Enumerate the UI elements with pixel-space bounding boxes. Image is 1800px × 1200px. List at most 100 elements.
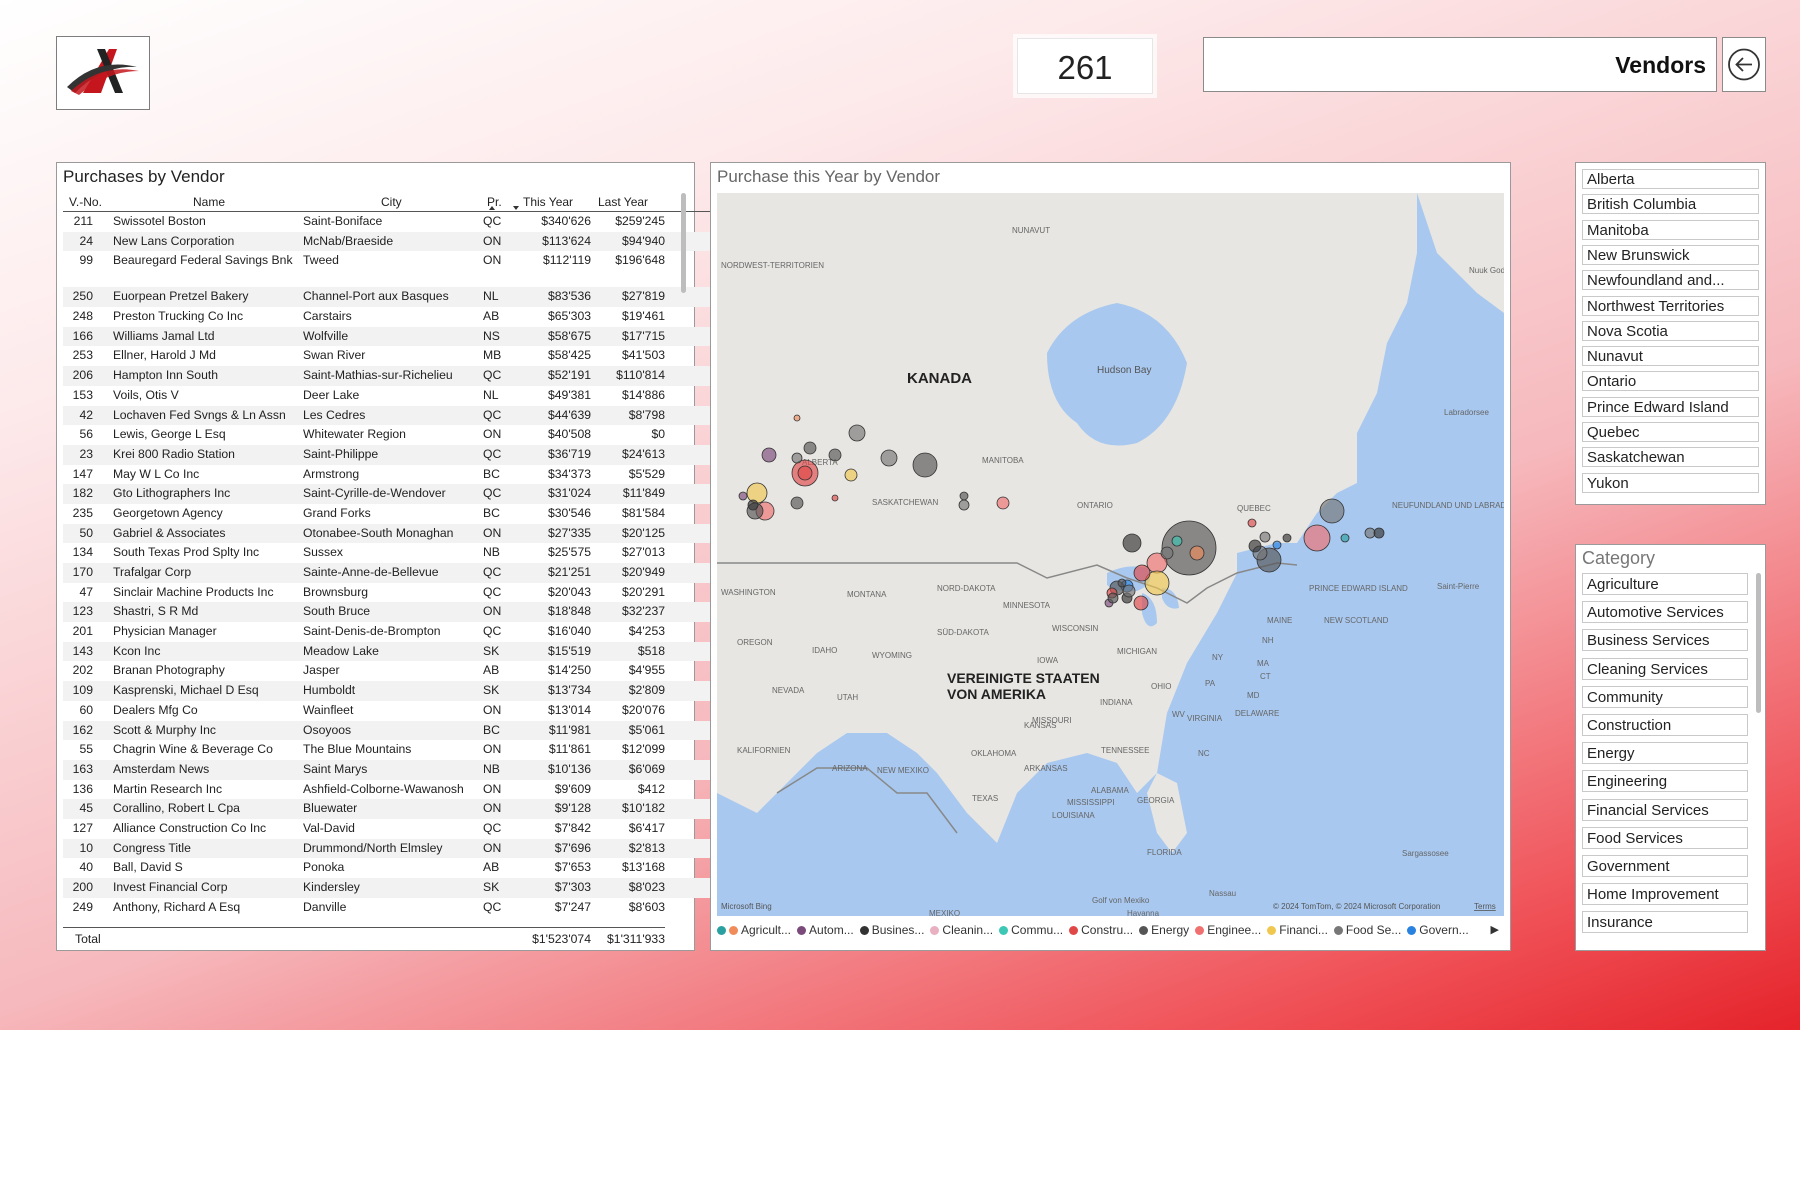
vendor-bubble[interactable] <box>880 449 898 467</box>
legend-item[interactable]: Constru... <box>1069 923 1133 937</box>
category-option[interactable]: Engineering <box>1582 770 1748 793</box>
vendor-bubble[interactable] <box>848 424 866 442</box>
vendor-bubble[interactable] <box>797 465 813 481</box>
table-row[interactable]: 134 South Texas Prod Splty Inc Sussex NB $25… <box>63 543 715 563</box>
table-row[interactable]: 206 Hampton Inn South Saint-Mathias-sur-Ri… <box>63 366 715 386</box>
vendor-bubble[interactable] <box>1171 535 1183 547</box>
category-option[interactable]: Energy <box>1582 742 1748 765</box>
table-row[interactable]: 153 Voils, Otis V Deer Lake NL $49'381 $14'88… <box>63 386 715 406</box>
category-option[interactable]: Community <box>1582 685 1748 708</box>
province-option[interactable]: Northwest Territories <box>1582 295 1759 316</box>
table-row[interactable]: 143 Kcon Inc Meadow Lake SK $15'519 $518 <box>63 641 715 662</box>
category-option[interactable]: Financial Services <box>1582 798 1748 821</box>
category-option[interactable]: Insurance <box>1582 911 1748 934</box>
table-row[interactable]: 170 Trafalgar Corp Sainte-Anne-de-Bellevue… <box>63 563 715 583</box>
col-header-this-year[interactable]: This Year <box>523 195 573 209</box>
vendor-bubble[interactable] <box>1107 592 1119 604</box>
table-row[interactable]: 163 Amsterdam News Saint Marys NB $10'136 $6'… <box>63 759 715 780</box>
table-scrollbar[interactable] <box>681 193 686 293</box>
table-row[interactable]: 60 Dealers Mfg Co Wainfleet ON $13'014 $20'07… <box>63 701 715 721</box>
vendor-bubble[interactable] <box>1272 540 1282 550</box>
vendor-bubble[interactable] <box>1122 584 1136 598</box>
back-button[interactable] <box>1722 37 1766 92</box>
table-row[interactable]: 99 Beauregard Federal Savings Bnk Tweed ON $… <box>63 251 715 287</box>
vendor-bubble[interactable] <box>1282 533 1292 543</box>
vendor-bubble[interactable] <box>1303 524 1331 552</box>
category-option[interactable]: Construction <box>1582 714 1748 736</box>
category-option[interactable]: Government <box>1582 855 1748 877</box>
table-row[interactable]: 147 May W L Co Inc Armstrong BC $34'373 $5'52… <box>63 465 715 485</box>
province-option[interactable]: Ontario <box>1582 371 1759 392</box>
vendor-bubble[interactable] <box>793 414 801 422</box>
vendor-bubble[interactable] <box>761 447 777 463</box>
vendor-bubble[interactable] <box>996 496 1010 510</box>
province-option[interactable]: Prince Edward Island <box>1582 396 1759 417</box>
vendor-bubble[interactable] <box>790 496 804 510</box>
col-header-last-year[interactable]: Last Year <box>598 195 648 209</box>
vendor-bubble[interactable] <box>844 468 858 482</box>
vendor-bubble[interactable] <box>1319 498 1345 524</box>
table-row[interactable]: 55 Chagrin Wine & Beverage Co The Blue Mou… <box>63 740 715 760</box>
table-row[interactable]: 47 Sinclair Machine Products Inc Brownsbur… <box>63 583 715 603</box>
vendor-bubble[interactable] <box>803 441 817 455</box>
vendor-bubble[interactable] <box>958 499 970 511</box>
table-row[interactable]: 162 Scott & Murphy Inc Osoyoos BC $11'981 $5'… <box>63 720 715 741</box>
category-option[interactable]: Cleaning Services <box>1582 657 1748 680</box>
province-option[interactable]: Saskatchewan <box>1582 447 1759 468</box>
vendor-bubble[interactable] <box>1133 595 1149 611</box>
vendor-bubble[interactable] <box>1373 527 1385 539</box>
legend-item[interactable]: Financi... <box>1267 923 1328 937</box>
vendor-bubble[interactable] <box>1160 546 1174 560</box>
vendor-bubble[interactable] <box>746 482 768 504</box>
vendor-bubble[interactable] <box>1259 531 1271 543</box>
map-canvas[interactable]: KANADA VEREINIGTE STAATEN VON AMERIKA Hudso… <box>717 193 1504 916</box>
province-option[interactable]: Yukon <box>1582 472 1759 493</box>
vendor-bubble[interactable] <box>1340 533 1350 543</box>
table-row[interactable]: 40 Ball, David S Ponoka AB $7'653 $13'168 <box>63 858 715 878</box>
table-row[interactable]: 24 New Lans Corporation McNab/Braeside ON $1… <box>63 231 715 252</box>
category-option[interactable]: Food Services <box>1582 826 1748 849</box>
table-row[interactable]: 23 Krei 800 Radio Station Saint-Philippe QC… <box>63 444 715 465</box>
category-option[interactable]: Business Services <box>1582 629 1748 652</box>
category-option[interactable]: Agriculture <box>1582 573 1748 595</box>
province-option[interactable]: Quebec <box>1582 422 1759 442</box>
table-row[interactable]: 136 Martin Research Inc Ashfield-Colborne-… <box>63 780 715 800</box>
category-option[interactable]: Home Improvement <box>1582 883 1748 906</box>
table-row[interactable]: 249 Anthony, Richard A Esq Danville QC $7'24… <box>63 898 715 918</box>
legend-item[interactable]: Agricult... <box>729 923 791 937</box>
table-row[interactable]: 211 Swissotel Boston Saint-Boniface QC $340'… <box>63 212 715 232</box>
province-option[interactable]: Nova Scotia <box>1582 320 1759 341</box>
legend-item[interactable]: Autom... <box>797 923 854 937</box>
legend-item[interactable]: Busines... <box>859 923 924 937</box>
table-row[interactable]: 253 Ellner, Harold J Md Swan River MB $58'42… <box>63 346 715 366</box>
province-option[interactable]: Manitoba <box>1582 219 1759 240</box>
vendor-bubble[interactable] <box>828 448 842 462</box>
map-terms-link[interactable]: Terms <box>1474 902 1496 911</box>
table-row[interactable]: 50 Gabriel & Associates Otonabee-South Mon… <box>63 523 715 544</box>
table-row[interactable]: 248 Preston Trucking Co Inc Carstairs AB $65… <box>63 307 715 327</box>
legend-item[interactable]: Enginee... <box>1195 923 1261 937</box>
province-option[interactable]: Nunavut <box>1582 346 1759 367</box>
vendor-bubble[interactable] <box>831 494 839 502</box>
legend-next-icon[interactable]: ▶ <box>1491 923 1499 936</box>
province-option[interactable]: Alberta <box>1582 169 1759 189</box>
vendor-bubble[interactable] <box>1247 518 1257 528</box>
table-row[interactable]: 166 Williams Jamal Ltd Wolfville NS $58'675 $… <box>63 326 715 347</box>
table-row[interactable]: 45 Corallino, Robert L Cpa Bluewater ON $9'1… <box>63 799 715 819</box>
table-row[interactable]: 182 Gto Lithographers Inc Saint-Cyrille-de… <box>63 484 715 504</box>
legend-item[interactable]: Commu... <box>999 923 1063 937</box>
table-row[interactable]: 109 Kasprenski, Michael D Esq Humboldt SK $1… <box>63 681 715 701</box>
table-row[interactable]: 235 Georgetown Agency Grand Forks BC $30'546… <box>63 504 715 524</box>
col-header-vno[interactable]: V.-No. <box>69 195 102 209</box>
legend-item[interactable]: Food Se... <box>1333 923 1401 937</box>
vendor-bubble[interactable] <box>1133 564 1151 582</box>
category-scrollbar[interactable] <box>1756 573 1761 713</box>
vendor-bubble[interactable] <box>959 491 969 501</box>
table-row[interactable]: 127 Alliance Construction Co Inc Val-David… <box>63 819 715 839</box>
table-row[interactable]: 202 Branan Photography Jasper AB $14'250 $4'9… <box>63 661 715 681</box>
vendor-bubble[interactable] <box>1122 533 1142 553</box>
table-row[interactable]: 200 Invest Financial Corp Kindersley SK $7'3… <box>63 878 715 898</box>
vendor-bubble[interactable] <box>1364 527 1376 539</box>
legend-item[interactable]: Energy <box>1139 923 1189 937</box>
legend-item[interactable]: Cleanin... <box>930 923 993 937</box>
